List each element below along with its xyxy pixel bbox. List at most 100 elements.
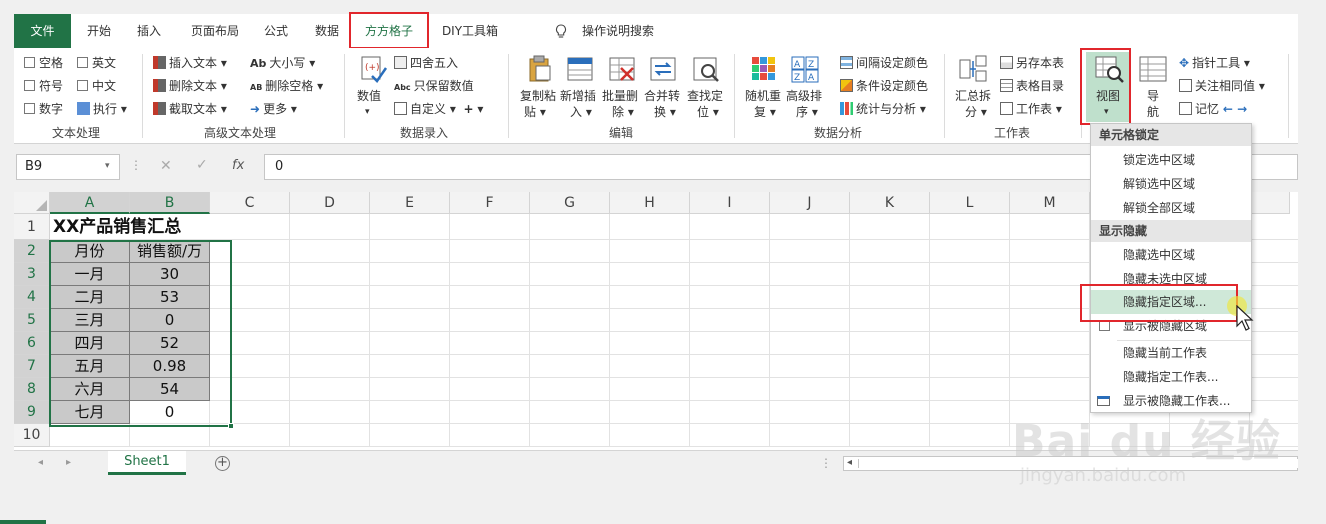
- grid-cell[interactable]: [690, 378, 770, 401]
- grid-cell[interactable]: [530, 309, 610, 332]
- menu-hide-selected[interactable]: 隐藏选中区域: [1091, 243, 1251, 267]
- custom-button[interactable]: 自定义 ▾ + ▾: [394, 101, 483, 117]
- grid-cell[interactable]: [690, 309, 770, 332]
- drag-handle-icon[interactable]: ⋮: [130, 158, 142, 172]
- grid-cell[interactable]: [370, 286, 450, 309]
- add-sheet-icon[interactable]: +: [215, 456, 230, 471]
- row-header-4[interactable]: 4: [14, 286, 50, 309]
- grid-cell[interactable]: [770, 355, 850, 378]
- extract-text-button[interactable]: 截取文本 ▾: [153, 101, 227, 117]
- grid-cell[interactable]: [930, 424, 1010, 447]
- grid-cell[interactable]: [530, 214, 610, 240]
- grid-cell[interactable]: [1010, 332, 1090, 355]
- column-header-j[interactable]: J: [770, 192, 850, 214]
- grid-cell[interactable]: [1010, 309, 1090, 332]
- grid-cell[interactable]: [930, 332, 1010, 355]
- grid-cell[interactable]: [690, 240, 770, 263]
- column-header-d[interactable]: D: [290, 192, 370, 214]
- grid-cell[interactable]: [690, 401, 770, 424]
- grid-cell[interactable]: [610, 286, 690, 309]
- delete-space-button[interactable]: AB 删除空格 ▾: [250, 78, 323, 96]
- grid-cell[interactable]: [370, 355, 450, 378]
- grid-cell[interactable]: [450, 332, 530, 355]
- batch-delete-button[interactable]: 批量删: [602, 88, 638, 104]
- insert-text-button[interactable]: 插入文本 ▾: [153, 55, 227, 71]
- grid-cell[interactable]: [1010, 286, 1090, 309]
- grid-cell[interactable]: [1250, 214, 1298, 240]
- grid-cell[interactable]: [290, 286, 370, 309]
- copy-paste-button[interactable]: 复制粘: [520, 88, 556, 104]
- checkbox-number[interactable]: 数字: [24, 101, 63, 117]
- sheet-tab-sheet1[interactable]: Sheet1: [108, 451, 186, 475]
- grid-cell[interactable]: [530, 401, 610, 424]
- grid-cell[interactable]: [690, 214, 770, 240]
- add-insert-button[interactable]: 新增插: [560, 88, 596, 104]
- grid-cell[interactable]: [130, 424, 210, 447]
- confirm-icon[interactable]: ✓: [196, 157, 208, 173]
- grid-cell[interactable]: [610, 263, 690, 286]
- grid-cell[interactable]: [290, 355, 370, 378]
- grid-cell[interactable]: [1010, 378, 1090, 401]
- grid-cell[interactable]: [290, 240, 370, 263]
- grid-cell[interactable]: [770, 309, 850, 332]
- execute-button[interactable]: 执行 ▾: [77, 101, 127, 117]
- grid-cell[interactable]: [290, 214, 370, 240]
- grid-cell[interactable]: [530, 263, 610, 286]
- sheet-index-button[interactable]: 表格目录: [1000, 78, 1064, 94]
- tab-home[interactable]: 开始: [76, 14, 122, 48]
- advanced-sort-button[interactable]: 高级排: [786, 88, 822, 104]
- column-header-l[interactable]: L: [930, 192, 1010, 214]
- grid-cell[interactable]: [1250, 263, 1298, 286]
- grid-cell[interactable]: [850, 332, 930, 355]
- grid-cell[interactable]: [450, 424, 530, 447]
- grid-cell[interactable]: [770, 424, 850, 447]
- grid-cell[interactable]: [1250, 378, 1298, 401]
- grid-cell[interactable]: [530, 240, 610, 263]
- grid-cell[interactable]: [450, 401, 530, 424]
- tab-data[interactable]: 数据: [307, 14, 347, 48]
- grid-cell[interactable]: [850, 240, 930, 263]
- grid-cell[interactable]: [770, 263, 850, 286]
- grid-cell[interactable]: [530, 286, 610, 309]
- grid-cell[interactable]: [370, 214, 450, 240]
- column-header-h[interactable]: H: [610, 192, 690, 214]
- grid-cell[interactable]: [370, 424, 450, 447]
- grid-cell[interactable]: [1250, 332, 1298, 355]
- grid-cell[interactable]: [610, 332, 690, 355]
- row-header-2[interactable]: 2: [14, 240, 50, 263]
- grid-cell[interactable]: [770, 401, 850, 424]
- stats-analysis-button[interactable]: 统计与分析 ▾: [840, 101, 926, 117]
- menu-unlock-selected[interactable]: 解锁选中区域: [1091, 172, 1251, 196]
- grid-cell[interactable]: [610, 214, 690, 240]
- grid-cell[interactable]: [930, 309, 1010, 332]
- grid-cell[interactable]: [450, 309, 530, 332]
- fill-handle[interactable]: [228, 423, 234, 429]
- grid-cell[interactable]: [610, 309, 690, 332]
- grid-cell[interactable]: [1250, 355, 1298, 378]
- grid-cell[interactable]: [770, 214, 850, 240]
- number-entry-button[interactable]: 数值: [357, 88, 381, 104]
- tab-page-layout[interactable]: 页面布局: [180, 14, 250, 48]
- grid-cell[interactable]: [850, 214, 930, 240]
- checkbox-symbol[interactable]: 符号: [24, 78, 63, 94]
- column-header-e[interactable]: E: [370, 192, 450, 214]
- grid-cell[interactable]: [930, 214, 1010, 240]
- cancel-icon[interactable]: ✕: [160, 158, 172, 174]
- column-header-k[interactable]: K: [850, 192, 930, 214]
- grid-cell[interactable]: [370, 309, 450, 332]
- grid-cell[interactable]: [450, 214, 530, 240]
- grid-cell[interactable]: [850, 355, 930, 378]
- checkbox-space[interactable]: 空格: [24, 55, 63, 71]
- navigation-button[interactable]: 导: [1147, 88, 1159, 104]
- menu-unlock-all[interactable]: 解锁全部区域: [1091, 196, 1251, 220]
- grid-cell[interactable]: [850, 309, 930, 332]
- row-header-1[interactable]: 1: [14, 214, 50, 240]
- tab-diy-toolbox[interactable]: DIY工具箱: [436, 14, 504, 48]
- grid-cell[interactable]: [370, 240, 450, 263]
- row-header-6[interactable]: 6: [14, 332, 50, 355]
- keep-values-button[interactable]: Abc 只保留数值: [394, 78, 474, 96]
- pointer-tool-button[interactable]: ✥ 指针工具 ▾: [1179, 55, 1250, 71]
- focus-same-value-button[interactable]: 关注相同值 ▾: [1179, 78, 1265, 94]
- column-header-f[interactable]: F: [450, 192, 530, 214]
- grid-cell[interactable]: [450, 355, 530, 378]
